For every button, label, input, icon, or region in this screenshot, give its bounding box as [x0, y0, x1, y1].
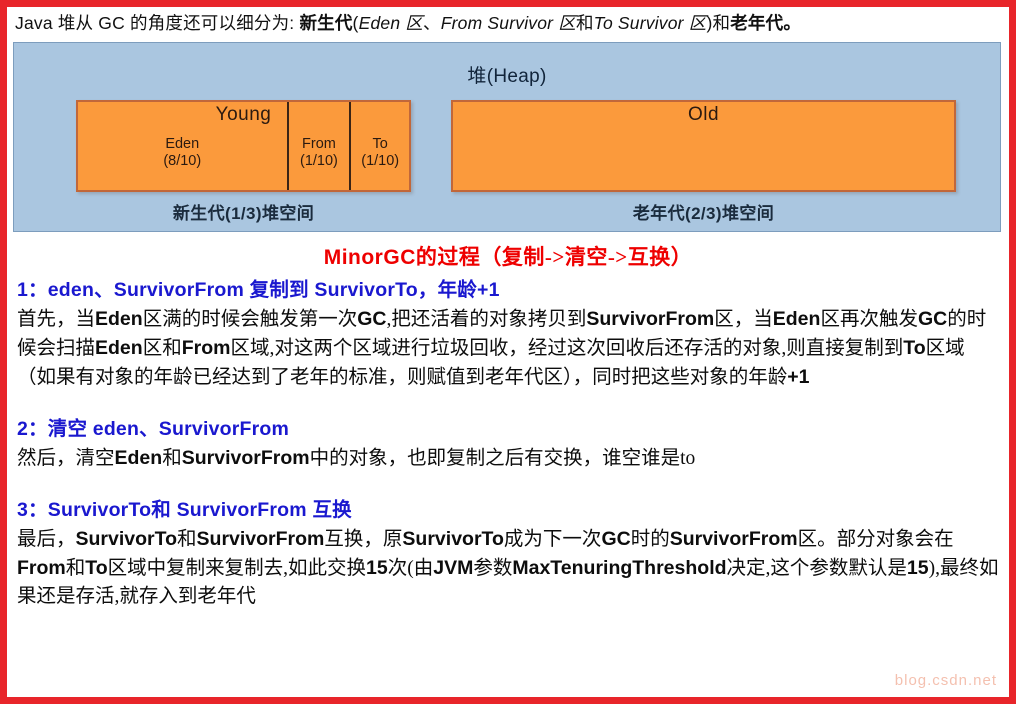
minorgc-process-title: MinorGC的过程（复制->清空->互换） — [15, 241, 1001, 271]
step-1-number: 1： — [17, 279, 48, 301]
step-3-paragraph: 最后，SurvivorTo和SurvivorFrom互换，原SurvivorTo… — [17, 528, 999, 607]
to-ratio: (1/10) — [361, 153, 400, 169]
intro-from-survivor-term: From Survivor 区 — [440, 13, 576, 33]
step-2-heading-text: 清空 eden、SurvivorFrom — [47, 418, 290, 440]
heap-title: 堆(Heap) — [467, 66, 547, 87]
old-generation-group: Old 老年代(2/3)堆空间 — [451, 100, 956, 224]
intro-eden-term: Eden 区 — [358, 13, 424, 33]
to-survivor-segment: To (1/10) — [349, 102, 409, 190]
step-1-heading-text: eden、SurvivorFrom 复制到 SurvivorTo，年龄+1 — [47, 279, 500, 301]
from-survivor-segment: From (1/10) — [286, 102, 350, 190]
from-ratio: (1/10) — [300, 153, 338, 169]
minorgc-title-cn: 的过程（复制->清空->互换） — [415, 245, 693, 269]
heap-diagram: 堆(Heap) Young Eden (8/10) From (1/10) To — [13, 42, 1001, 232]
intro-prefix: Java 堆从 GC 的角度还可以细分为: — [15, 13, 300, 33]
step-3-number: 3： — [17, 499, 48, 521]
step-2-number: 2： — [17, 418, 48, 440]
intro-to-survivor-term: To Survivor 区 — [593, 13, 707, 33]
intro-and-2: 和 — [712, 13, 731, 33]
minorgc-title-latin: MinorGC — [323, 246, 416, 269]
eden-ratio: (8/10) — [163, 153, 202, 169]
eden-name: Eden — [165, 136, 200, 152]
young-generation-box: Young Eden (8/10) From (1/10) To (1/10) — [76, 100, 411, 192]
heap-regions: Young Eden (8/10) From (1/10) To (1/10) … — [14, 100, 1000, 230]
intro-and-1: 和 — [575, 13, 594, 33]
old-generation-box: Old — [451, 100, 956, 192]
step-3-heading-text: SurvivorTo和 SurvivorFrom 互换 — [47, 499, 352, 521]
to-name: To — [372, 136, 388, 152]
step-2-heading: 2：清空 eden、SurvivorFrom — [17, 416, 1001, 443]
intro-period: 。 — [783, 13, 802, 33]
intro-young-gen-term: 新生代 — [299, 13, 353, 33]
step-1-paragraph: 首先，当Eden区满的时候会触发第一次GC,把还活着的对象拷贝到Survivor… — [17, 308, 987, 388]
intro-separator-1: 、 — [423, 13, 441, 33]
young-generation-group: Young Eden (8/10) From (1/10) To (1/10) … — [76, 100, 411, 224]
intro-paragraph: Java 堆从 GC 的角度还可以细分为: 新生代(Eden 区、From Su… — [7, 7, 1009, 36]
watermark: blog.csdn.net — [894, 672, 997, 689]
from-name: From — [302, 136, 336, 152]
step-1-heading: 1：eden、SurvivorFrom 复制到 SurvivorTo，年龄+1 — [17, 277, 1001, 304]
eden-segment: Eden (8/10) — [78, 102, 287, 190]
young-generation-caption: 新生代(1/3)堆空间 — [172, 204, 315, 223]
intro-old-gen-term: 老年代 — [730, 13, 784, 33]
old-label: Old — [687, 104, 720, 125]
step-2-paragraph: 然后，清空Eden和SurvivorFrom中的对象，也即复制之后有交换，谁空谁… — [17, 447, 696, 469]
old-generation-caption: 老年代(2/3)堆空间 — [632, 204, 775, 223]
step-3-heading: 3：SurvivorTo和 SurvivorFrom 互换 — [17, 497, 1001, 524]
article-body: MinorGC的过程（复制->清空->互换） 1：eden、SurvivorFr… — [7, 241, 1009, 611]
page-frame: Java 堆从 GC 的角度还可以细分为: 新生代(Eden 区、From Su… — [0, 0, 1016, 704]
